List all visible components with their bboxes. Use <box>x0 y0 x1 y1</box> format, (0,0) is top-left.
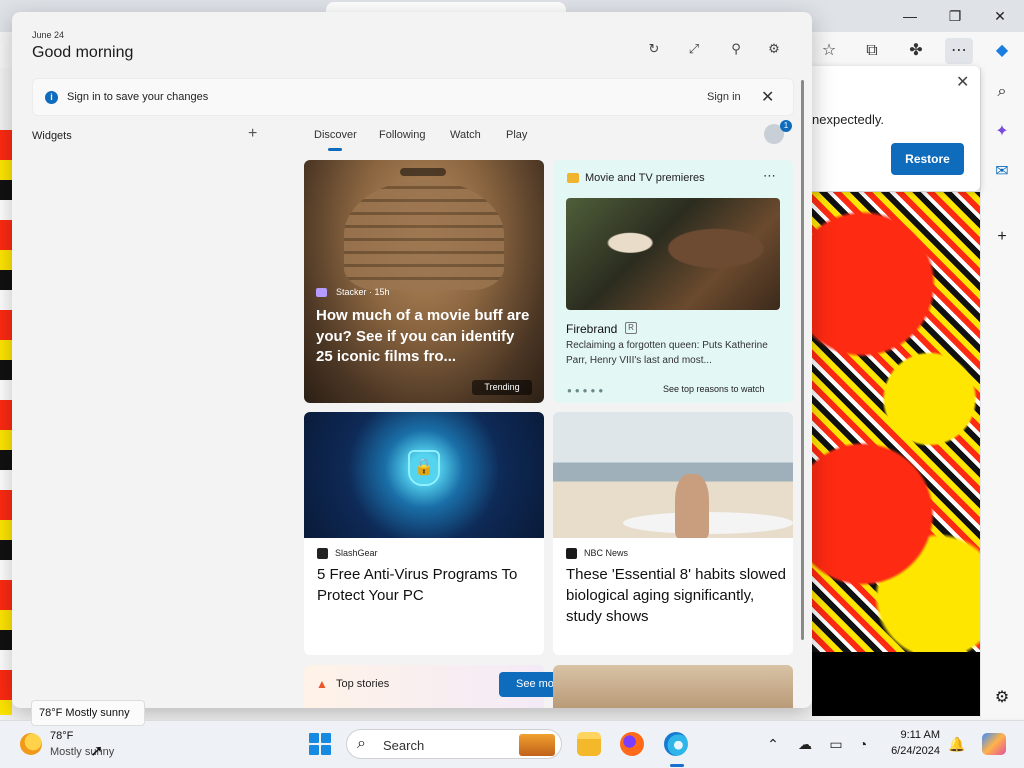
file-explorer-icon[interactable] <box>577 732 601 756</box>
close-icon[interactable]: ✕ <box>956 72 969 92</box>
expand-icon[interactable]: ⤢ <box>683 38 705 60</box>
tab-play[interactable]: Play <box>506 129 527 141</box>
edge-icon[interactable] <box>664 732 688 756</box>
page-background-left <box>0 130 12 715</box>
rating-icon: R <box>625 322 637 334</box>
pin-icon[interactable]: ⚲ <box>725 38 747 60</box>
movie-image[interactable] <box>566 198 780 310</box>
close-icon[interactable]: ✕ <box>761 87 774 107</box>
movie-title[interactable]: Firebrand <box>566 322 617 336</box>
hero-source: Stacker · 15h <box>336 287 390 297</box>
greeting: Good morning <box>32 44 134 61</box>
top-stories-label: Top stories <box>336 678 390 690</box>
tab-discover[interactable]: Discover <box>314 129 357 141</box>
collections-icon[interactable]: ⧉ <box>858 38 886 64</box>
lock-icon: 🔒 <box>408 450 440 486</box>
date-label: June 24 <box>32 30 65 40</box>
hero-image <box>344 180 504 290</box>
stacker-icon <box>316 288 327 297</box>
copilot-taskbar-icon[interactable] <box>982 733 1006 755</box>
cloud-icon[interactable]: ☁ <box>795 734 815 754</box>
news-card-peek[interactable] <box>553 665 793 708</box>
movie-icon <box>567 173 579 183</box>
restore-button[interactable]: Restore <box>891 143 964 175</box>
news-image <box>553 412 793 538</box>
movie-description: Reclaiming a forgotten queen: Puts Kathe… <box>566 340 768 366</box>
more-menu-icon[interactable]: ⋯ <box>945 38 973 64</box>
hero-title[interactable]: How much of a movie buff are you? See if… <box>316 306 534 368</box>
clock-time[interactable]: 9:11 AM <box>896 729 940 741</box>
bell-icon[interactable]: 🔔 <box>947 734 967 754</box>
news-card[interactable]: 🔒 SlashGear 5 Free Anti-Virus Programs T… <box>304 412 544 655</box>
page-background-comic <box>812 192 980 652</box>
restore-pages-popup: ✕ nexpectedly. Restore <box>806 66 980 191</box>
mouse-cursor-icon: ➚ <box>90 743 104 760</box>
search-sidebar-icon[interactable]: ⌕ <box>990 80 1014 104</box>
weather-description[interactable]: Mostly sunny <box>50 746 114 758</box>
news-image: 🔒 <box>304 412 544 538</box>
page-background-bottom <box>812 652 980 716</box>
info-icon: i <box>45 91 58 104</box>
sidebar-settings-icon[interactable]: ⚙ <box>990 686 1014 710</box>
favorites-icon[interactable]: ☆ <box>815 38 843 64</box>
tab-watch[interactable]: Watch <box>450 129 481 141</box>
signin-message: Sign in to save your changes <box>67 91 209 103</box>
movie-card-heading: Movie and TV premieres <box>585 172 705 184</box>
active-app-indicator <box>670 764 684 767</box>
scrollbar[interactable] <box>801 80 804 640</box>
signin-link[interactable]: Sign in <box>707 91 741 103</box>
person-shape <box>675 474 709 538</box>
taskbar-search[interactable]: ⌕ Search <box>346 729 562 759</box>
widgets-section-label: Widgets <box>32 130 72 142</box>
restore-message: nexpectedly. <box>812 112 885 127</box>
slashgear-icon <box>317 548 328 559</box>
nbc-icon <box>566 548 577 559</box>
weather-tooltip: 78°F Mostly sunny <box>31 700 145 726</box>
news-card[interactable]: NBC News These 'Essential 8' habits slow… <box>553 412 793 655</box>
weather-temperature[interactable]: 78°F <box>50 730 73 742</box>
news-title[interactable]: These 'Essential 8' habits slowed biolog… <box>566 564 786 627</box>
news-source: NBC News <box>584 548 629 558</box>
movie-premieres-card[interactable]: Movie and TV premieres ⋯ Firebrand R Rec… <box>553 160 793 403</box>
copilot-icon[interactable]: ◆ <box>988 38 1016 64</box>
flame-icon: ▲ <box>316 677 328 691</box>
news-title[interactable]: 5 Free Anti-Virus Programs To Protect Yo… <box>317 564 537 606</box>
copilot-sidebar-icon[interactable]: ✦ <box>990 120 1014 144</box>
see-reasons-link[interactable]: See top reasons to watch <box>663 384 765 394</box>
signin-banner: i Sign in to save your changes Sign in ✕ <box>32 78 794 116</box>
extensions-icon[interactable]: ✤ <box>902 38 930 64</box>
minimize-button[interactable]: — <box>890 4 930 28</box>
display-icon[interactable]: ▭ <box>826 734 846 754</box>
carousel-dots[interactable]: ●●●●● <box>567 386 606 395</box>
firefox-icon[interactable] <box>620 732 644 756</box>
refresh-icon[interactable]: ↻ <box>643 38 665 60</box>
search-highlight-icon <box>519 734 555 756</box>
news-source: SlashGear <box>335 548 378 558</box>
start-button[interactable] <box>309 733 331 755</box>
chevron-up-icon[interactable]: ⌃ <box>763 734 783 754</box>
close-window-button[interactable]: ✕ <box>980 4 1020 28</box>
clock-date[interactable]: 6/24/2024 <box>880 745 940 757</box>
more-options-icon[interactable]: ⋯ <box>763 168 776 184</box>
maximize-button[interactable]: ❐ <box>935 4 975 28</box>
carousel-dots[interactable] <box>400 168 446 176</box>
weather-icon[interactable] <box>20 733 42 755</box>
tab-following[interactable]: Following <box>379 129 425 141</box>
search-icon: ⌕ <box>357 735 366 752</box>
trending-badge: Trending <box>472 380 532 395</box>
outlook-icon[interactable]: ✉ <box>990 160 1014 184</box>
search-placeholder: Search <box>383 738 425 753</box>
add-widget-icon[interactable]: + <box>248 125 257 143</box>
settings-icon[interactable]: ⚙ <box>763 38 785 60</box>
widgets-panel: June 24 Good morning ↻ ⤢ ⚲ ⚙ i Sign in t… <box>12 12 812 708</box>
add-sidebar-app-icon[interactable]: + <box>990 225 1014 249</box>
notification-badge: 1 <box>780 120 792 132</box>
active-tab-indicator <box>328 148 342 151</box>
network-icon[interactable]: ◔ <box>853 734 873 754</box>
hero-card[interactable]: Stacker · 15h How much of a movie buff a… <box>304 160 544 403</box>
